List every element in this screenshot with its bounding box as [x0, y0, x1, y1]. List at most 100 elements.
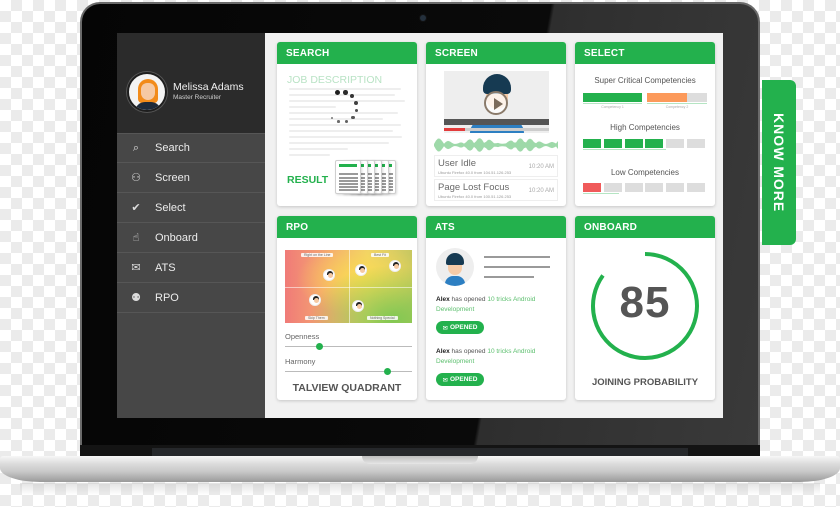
- joining-score: 85: [619, 278, 671, 327]
- spinner-dot: [350, 93, 355, 99]
- sidebar-item-label: Onboard: [155, 231, 198, 244]
- video-player[interactable]: [444, 71, 549, 133]
- openness-slider[interactable]: [285, 343, 412, 350]
- card-title: SELECT: [575, 42, 715, 64]
- screen-card[interactable]: SCREEN User Idle Ubuntu Firefox 40.0 fro…: [426, 42, 566, 206]
- candidate-avatar[interactable]: [352, 300, 364, 312]
- video-progress[interactable]: [444, 128, 549, 131]
- onboard-card[interactable]: ONBOARD 85 JOINING PROBABILITY: [575, 216, 715, 400]
- message-user: Alex: [436, 348, 450, 355]
- text-placeholder-line: [484, 266, 550, 268]
- know-more-button[interactable]: KNOW MORE: [762, 80, 796, 245]
- spinner-dot: [354, 108, 359, 113]
- badge-label: OPENED: [450, 376, 478, 383]
- spinner-dot: [344, 119, 348, 123]
- play-icon[interactable]: [484, 91, 508, 115]
- envelope-open-icon: ✉: [442, 324, 448, 332]
- slider-label: Openness: [285, 332, 320, 341]
- opened-badge[interactable]: ✉ OPENED: [436, 373, 484, 386]
- app-screen: Melissa Adams Master Recruiter ⌕ Search …: [117, 33, 723, 418]
- spinner-dot: [351, 115, 355, 119]
- slider-label: Harmony: [285, 357, 316, 366]
- quadrant-label: Skip Them: [305, 316, 328, 320]
- log-time: 10:20 AM: [528, 164, 554, 170]
- audio-waveform: [434, 138, 558, 152]
- thumbs-up-icon: ☝: [132, 232, 140, 244]
- competency-segment-filled: [583, 183, 601, 192]
- competency-segment-empty: [666, 183, 685, 192]
- profile-panel: Melissa Adams Master Recruiter: [117, 33, 265, 133]
- competency-underline: [583, 149, 667, 150]
- sidebar-item-label: Screen: [155, 171, 190, 184]
- sidebar-item-search[interactable]: ⌕ Search: [117, 133, 265, 163]
- competency-segment-empty: [687, 139, 705, 148]
- log-title: Page Lost Focus: [438, 182, 510, 193]
- slider-thumb[interactable]: [315, 343, 323, 350]
- log-time: 10:20 AM: [528, 188, 554, 194]
- loading-spinner-icon: [322, 87, 362, 127]
- opened-badge[interactable]: ✉ OPENED: [436, 321, 484, 334]
- spinner-dot: [330, 116, 333, 120]
- competency-bar: [647, 93, 687, 102]
- envelope-open-icon: ✉: [442, 376, 448, 384]
- card-title: SCREEN: [426, 42, 566, 64]
- candidate-avatar[interactable]: [309, 294, 321, 306]
- sidebar-item-label: ATS: [155, 261, 176, 274]
- competency-segment-empty: [603, 183, 622, 192]
- competency-group-title: Super Critical Competencies: [594, 76, 696, 85]
- select-card[interactable]: SELECT Super Critical Competencies Compe…: [575, 42, 715, 206]
- laptop-reflection: [20, 483, 820, 495]
- sidebar-item-label: Search: [155, 142, 190, 154]
- card-title: SEARCH: [277, 42, 417, 64]
- ats-card[interactable]: ATS Alex has opened 10 tricks Android De…: [426, 216, 566, 400]
- spinner-dot: [343, 90, 348, 95]
- competency-segment-filled: [624, 139, 643, 148]
- candidate-avatar[interactable]: [323, 269, 335, 281]
- laptop-notch: [362, 456, 478, 464]
- competency-bar: [583, 93, 642, 102]
- candidate-avatar[interactable]: [355, 264, 367, 276]
- screen-icon: ⚇: [131, 172, 141, 184]
- activity-log-item: Page Lost Focus Ubuntu Firefox 40.0 from…: [434, 179, 558, 201]
- message-user: Alex: [436, 296, 450, 303]
- ats-message: Alex has opened 10 tricks Android Develo…: [436, 347, 561, 367]
- text-placeholder-line: [484, 276, 534, 278]
- sidebar-item-ats[interactable]: ✉ ATS: [117, 253, 265, 283]
- competency-segment-filled: [603, 139, 622, 148]
- badge-label: OPENED: [450, 324, 478, 331]
- slider-thumb[interactable]: [384, 368, 392, 375]
- quadrant-label: Right on the Line: [301, 253, 334, 257]
- search-card[interactable]: SEARCH JOB DESCRIPTION RESULT: [277, 42, 417, 206]
- result-label: RESULT: [287, 174, 329, 186]
- quadrant-title: TALVIEW QUADRANT: [292, 382, 402, 394]
- sidebar: Melissa Adams Master Recruiter ⌕ Search …: [117, 33, 265, 418]
- ats-message: Alex has opened 10 tricks Android Develo…: [436, 295, 561, 315]
- sidebar-nav: ⌕ Search ⚇ Screen ✔ Select ☝ Onboard ✉ A…: [117, 133, 265, 313]
- candidate-avatar[interactable]: [389, 260, 401, 272]
- sidebar-item-rpo[interactable]: ⚉ RPO: [117, 283, 265, 313]
- competency-underline: [583, 103, 642, 104]
- competency-segment-empty: [645, 183, 664, 192]
- competency-segment-filled: [583, 139, 601, 148]
- competency-underline: [647, 103, 707, 104]
- quadrant-label: Best Fit: [371, 253, 389, 257]
- avatar: [127, 72, 167, 112]
- team-icon: ⚉: [131, 292, 141, 304]
- competency-segment-empty: [666, 139, 685, 148]
- sidebar-item-select[interactable]: ✔ Select: [117, 193, 265, 223]
- profile-name: Melissa Adams: [173, 81, 244, 93]
- candidate-avatar: [436, 248, 474, 286]
- spinner-dot: [337, 120, 340, 123]
- harmony-slider[interactable]: [285, 368, 412, 375]
- card-title: ATS: [426, 216, 566, 238]
- sidebar-item-onboard[interactable]: ☝ Onboard: [117, 223, 265, 253]
- sidebar-item-label: Select: [155, 201, 186, 214]
- competency-caption: Competency 1: [601, 105, 624, 109]
- card-title: RPO: [277, 216, 417, 238]
- resume-document: [335, 160, 361, 194]
- sidebar-item-screen[interactable]: ⚇ Screen: [117, 163, 265, 193]
- camera-icon: [420, 15, 426, 21]
- competency-group-title: High Competencies: [610, 123, 680, 132]
- rpo-card[interactable]: RPO Right on the Line Best Fit Skip Them…: [277, 216, 417, 400]
- competency-caption: Competency 2: [665, 105, 689, 109]
